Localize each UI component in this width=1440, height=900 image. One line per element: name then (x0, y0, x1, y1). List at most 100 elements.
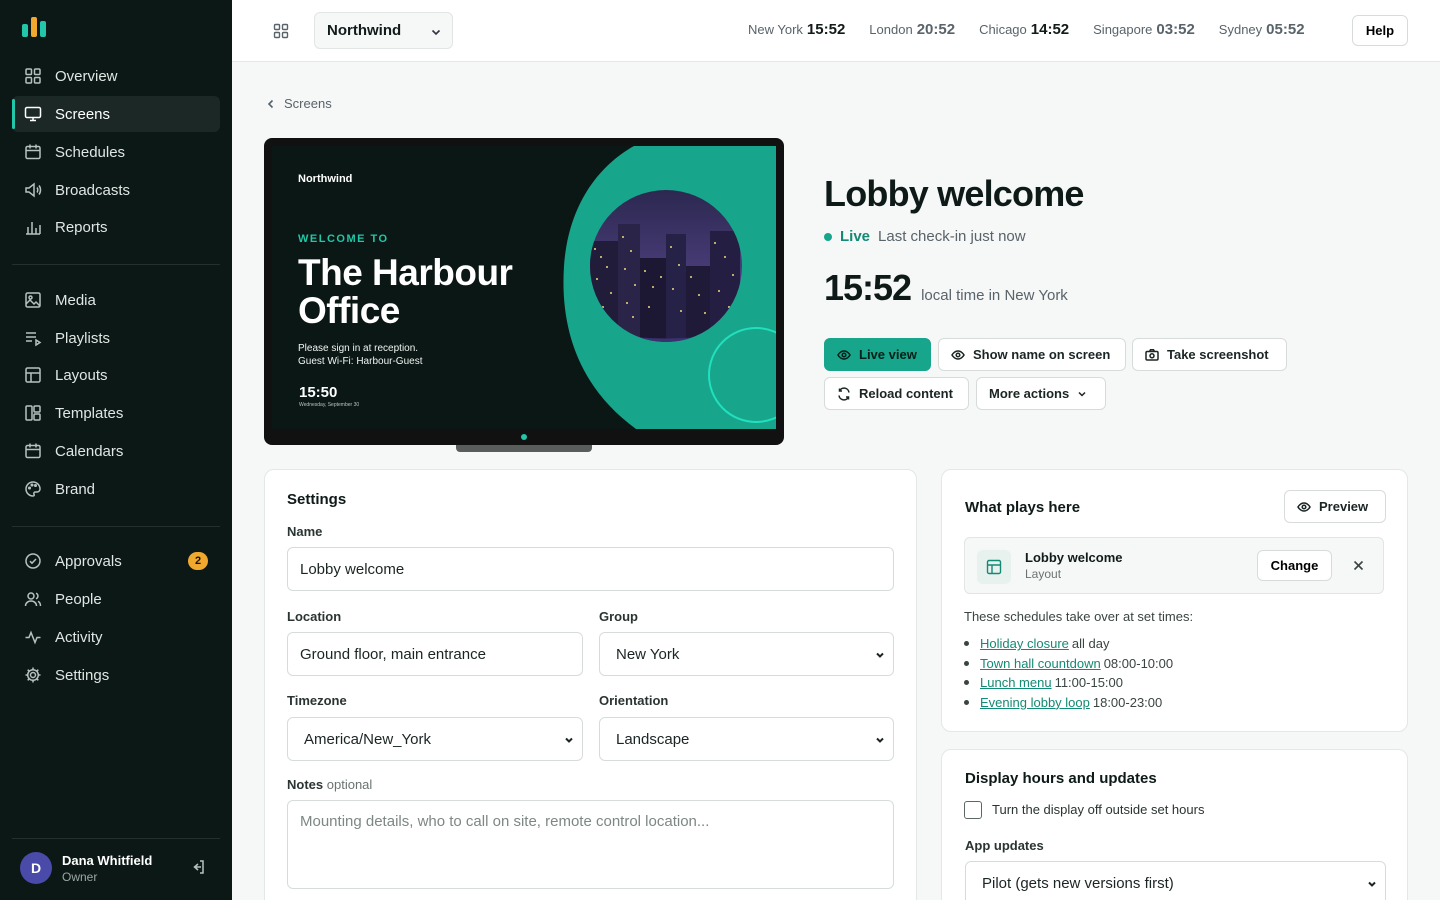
sidebar-item-playlists[interactable]: Playlists (12, 320, 220, 356)
reload-content-button[interactable]: Reload content (824, 377, 969, 410)
location-input[interactable]: Ground floor, main entrance (287, 632, 583, 676)
location-label: Location (287, 609, 342, 624)
list-item: Lunch menu 11:00-15:00 (964, 673, 1173, 693)
take-screenshot-button[interactable]: Take screenshot (1132, 338, 1287, 371)
chevron-down-icon (876, 652, 884, 658)
sidebar-item-overview[interactable]: Overview (12, 58, 220, 94)
checkin-text: Last check-in just now (878, 228, 1026, 245)
more-actions-button[interactable]: More actions (976, 377, 1106, 410)
show-name-button[interactable]: Show name on screen (938, 338, 1126, 371)
chevron-down-icon (876, 737, 884, 743)
sidebar-item-calendars[interactable]: Calendars (12, 433, 220, 469)
preview-button[interactable]: Preview (1284, 490, 1386, 523)
settings-heading: Settings (287, 491, 347, 508)
list-item: Town hall countdown 08:00-10:00 (964, 654, 1173, 674)
change-layout-button[interactable]: Change (1257, 550, 1332, 581)
sidebar-item-activity[interactable]: Activity (12, 619, 220, 655)
brand-logo[interactable] (22, 17, 46, 37)
sidebar-item-label: Approvals (55, 552, 122, 570)
sidebar-item-label: People (55, 590, 102, 608)
user-profile[interactable]: D Dana Whitfield Owner (20, 851, 212, 885)
local-time: 15:52 local time in New York (824, 267, 1068, 309)
approvals-count-badge: 2 (188, 552, 208, 570)
live-dot-icon (824, 232, 832, 241)
orientation-select[interactable]: Landscape (599, 717, 894, 761)
avatar: D (20, 852, 52, 884)
sidebar-divider (12, 264, 220, 265)
overview-icon (25, 68, 41, 84)
logout-icon[interactable] (190, 859, 206, 875)
notes-textarea[interactable]: Mounting details, who to call on site, r… (287, 800, 894, 889)
off-hours-label[interactable]: Turn the display off outside set hours (992, 802, 1204, 817)
sidebar-item-screens[interactable]: Screens (12, 96, 220, 132)
sidebar-item-settings[interactable]: Settings (12, 657, 220, 693)
timezone-label: Timezone (287, 693, 347, 708)
clock-london: London 20:52 (869, 21, 956, 38)
notes-label: Notes optional (287, 777, 373, 792)
schedule-link-holiday-closure[interactable]: Holiday closure (980, 636, 1069, 651)
screen-preview[interactable]: Northwind WELCOME TO The Harbour Office … (272, 146, 776, 429)
sidebar-item-label: Media (55, 291, 96, 309)
organization-name: Northwind (327, 22, 402, 39)
what-plays-heading: What plays here (965, 499, 1081, 516)
sidebar-item-brand[interactable]: Brand (12, 471, 220, 507)
breadcrumb[interactable]: Screens (266, 96, 332, 111)
eye-icon (1297, 501, 1311, 512)
page-title: Lobby welcome (824, 173, 1084, 214)
chevron-down-icon (1078, 391, 1086, 397)
organization-switcher[interactable]: Northwind (314, 12, 453, 49)
timezone-select[interactable]: America/New_York (287, 717, 583, 761)
group-select-value: New York (616, 645, 680, 663)
timezone-select-value: America/New_York (304, 730, 431, 748)
sidebar-item-people[interactable]: People (12, 581, 220, 617)
close-icon[interactable] (1353, 560, 1364, 571)
settings-card: Settings Name Lobby welcome Location Gro… (264, 469, 917, 900)
eye-icon (951, 349, 965, 360)
sidebar-item-label: Playlists (55, 329, 111, 347)
preview-time: 15:50 (299, 384, 338, 401)
schedule-link-lunch-menu[interactable]: Lunch menu (980, 675, 1052, 690)
sidebar-item-label: Templates (55, 404, 124, 422)
sidebar-item-approvals[interactable]: Approvals 2 (12, 543, 220, 579)
app-grid-icon[interactable] (272, 22, 290, 40)
sidebar-divider (12, 838, 220, 839)
template-icon (25, 405, 41, 421)
optional-hint: optional (326, 777, 373, 792)
bar-chart-icon (26, 222, 41, 235)
live-view-button[interactable]: Live view (824, 338, 931, 371)
layout-icon (25, 367, 41, 383)
schedule-link-town-hall[interactable]: Town hall countdown (980, 656, 1101, 671)
schedule-link-evening-loop[interactable]: Evening lobby loop (980, 695, 1090, 710)
group-select[interactable]: New York (599, 632, 894, 676)
help-button[interactable]: Help (1352, 15, 1408, 46)
group-label: Group (599, 609, 638, 624)
power-led (521, 434, 527, 440)
sidebar-item-reports[interactable]: Reports (12, 209, 220, 245)
layout-kind: Layout (1025, 567, 1062, 581)
gear-icon (25, 667, 41, 683)
sidebar-item-templates[interactable]: Templates (12, 395, 220, 431)
breadcrumb-link[interactable]: Screens (284, 96, 332, 111)
sidebar-item-label: Calendars (55, 442, 124, 460)
sidebar-item-media[interactable]: Media (12, 282, 220, 318)
sidebar-item-broadcasts[interactable]: Broadcasts (12, 172, 220, 208)
sidebar-item-layouts[interactable]: Layouts (12, 357, 220, 393)
list-item: Holiday closure all day (964, 634, 1173, 654)
user-role: Owner (62, 869, 98, 884)
name-input[interactable]: Lobby welcome (287, 547, 894, 591)
preview-date: Wednesday, September 30 (299, 402, 360, 408)
layout-name: Lobby welcome (1025, 550, 1123, 565)
top-bar: Northwind New York 15:52 London 20:52 Chic… (232, 0, 1440, 62)
chevron-down-icon (1368, 881, 1376, 887)
sidebar-item-schedules[interactable]: Schedules (12, 134, 220, 170)
local-time-value: 15:52 (824, 267, 912, 308)
sidebar-item-label: Settings (55, 666, 110, 684)
app-updates-select[interactable]: Pilot (gets new versions first) (965, 861, 1386, 900)
off-hours-checkbox[interactable] (964, 801, 982, 819)
what-plays-card: What plays here Preview Lobby welcome La… (941, 469, 1408, 732)
app-updates-value: Pilot (gets new versions first) (982, 874, 1174, 892)
list-item: Evening lobby loop 18:00-23:00 (964, 693, 1173, 713)
people-icon (24, 592, 42, 607)
clock-singapore: Singapore 03:52 (1093, 21, 1195, 38)
status-badge: Live (840, 228, 871, 245)
